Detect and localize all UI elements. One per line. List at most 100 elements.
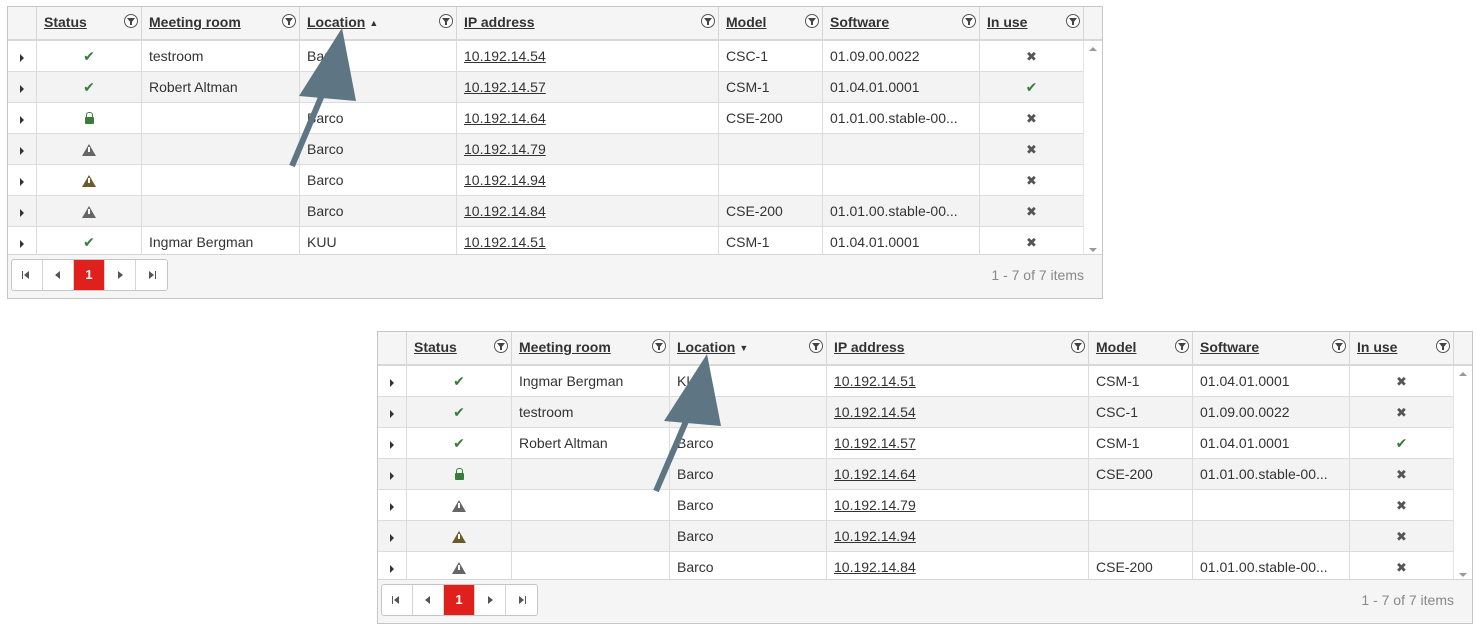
column-header-status[interactable]: Status	[407, 332, 512, 364]
row-expand-toggle[interactable]	[8, 103, 37, 133]
ip-address-link[interactable]: 10.192.14.84	[827, 552, 1089, 582]
row-expand-toggle[interactable]	[8, 165, 37, 195]
table-row[interactable]: ✔ testroom Barco 10.192.14.54 CSC-1 01.09.00.…	[378, 397, 1472, 428]
ip-address-link[interactable]: 10.192.14.57	[827, 428, 1089, 458]
current-page-button[interactable]: 1	[74, 260, 105, 290]
expand-arrow-icon[interactable]	[390, 410, 394, 419]
column-header-label[interactable]: Location ▲	[307, 14, 378, 30]
table-row[interactable]: Barco 10.192.14.94 ✖	[8, 165, 1102, 196]
row-expand-toggle[interactable]	[378, 459, 407, 489]
expand-arrow-icon[interactable]	[390, 379, 394, 388]
expand-arrow-icon[interactable]	[20, 116, 24, 125]
column-header-in-use[interactable]: In use	[980, 7, 1084, 39]
expand-arrow-icon[interactable]	[390, 472, 394, 481]
column-header-in-use[interactable]: In use	[1350, 332, 1454, 364]
ip-address-link[interactable]: 10.192.14.84	[457, 196, 719, 226]
ip-address-link[interactable]: 10.192.14.51	[827, 366, 1089, 396]
filter-icon[interactable]	[1436, 339, 1450, 353]
column-header-label[interactable]: Status	[44, 14, 87, 30]
filter-icon[interactable]	[282, 14, 296, 28]
column-header-label[interactable]: In use	[1357, 339, 1397, 355]
table-row[interactable]: Barco 10.192.14.64 CSE-200 01.01.00.stable-…	[378, 459, 1472, 490]
ip-address-link[interactable]: 10.192.14.94	[827, 521, 1089, 551]
expand-arrow-icon[interactable]	[20, 54, 24, 63]
column-header-meeting-room[interactable]: Meeting room	[512, 332, 670, 364]
row-expand-toggle[interactable]	[8, 72, 37, 102]
filter-icon[interactable]	[1071, 339, 1085, 353]
row-expand-toggle[interactable]	[378, 521, 407, 551]
vertical-scrollbar[interactable]	[1453, 366, 1472, 583]
scroll-down-icon[interactable]	[1089, 248, 1097, 252]
filter-icon[interactable]	[1175, 339, 1189, 353]
last-page-button[interactable]	[506, 585, 537, 615]
column-header-label[interactable]: Software	[1200, 339, 1259, 355]
expand-arrow-icon[interactable]	[390, 503, 394, 512]
last-page-button[interactable]	[136, 260, 167, 290]
expand-arrow-icon[interactable]	[390, 441, 394, 450]
row-expand-toggle[interactable]	[378, 428, 407, 458]
ip-address-link[interactable]: 10.192.14.79	[827, 490, 1089, 520]
column-header-label[interactable]: IP address	[464, 14, 535, 30]
table-row[interactable]: Barco 10.192.14.84 CSE-200 01.01.00.stable-…	[8, 196, 1102, 227]
table-row[interactable]: Barco 10.192.14.94 ✖	[378, 521, 1472, 552]
ip-address-link[interactable]: 10.192.14.64	[457, 103, 719, 133]
row-expand-toggle[interactable]	[8, 41, 37, 71]
filter-icon[interactable]	[1332, 339, 1346, 353]
column-header-software[interactable]: Software	[1193, 332, 1350, 364]
table-row[interactable]: ✔ Robert Altman Barco 10.192.14.57 CSM-1 01.0…	[8, 72, 1102, 103]
ip-address-link[interactable]: 10.192.14.94	[457, 165, 719, 195]
row-expand-toggle[interactable]	[378, 366, 407, 396]
column-header-model[interactable]: Model	[1089, 332, 1193, 364]
column-header-ip-address[interactable]: IP address	[457, 7, 719, 39]
table-row[interactable]: ✔ testroom Barco 10.192.14.54 CSC-1 01.09.00.…	[8, 41, 1102, 72]
first-page-button[interactable]	[12, 260, 43, 290]
table-row[interactable]: Barco 10.192.14.64 CSE-200 01.01.00.stable-…	[8, 103, 1102, 134]
column-header-ip-address[interactable]: IP address	[827, 332, 1089, 364]
ip-address-link[interactable]: 10.192.14.64	[827, 459, 1089, 489]
expand-arrow-icon[interactable]	[390, 534, 394, 543]
filter-icon[interactable]	[805, 14, 819, 28]
row-expand-toggle[interactable]	[8, 227, 37, 257]
column-header-label[interactable]: Meeting room	[149, 14, 241, 30]
scroll-up-icon[interactable]	[1459, 372, 1467, 376]
filter-icon[interactable]	[962, 14, 976, 28]
filter-icon[interactable]	[439, 14, 453, 28]
row-expand-toggle[interactable]	[8, 134, 37, 164]
expand-arrow-icon[interactable]	[20, 209, 24, 218]
expand-arrow-icon[interactable]	[20, 178, 24, 187]
ip-address-link[interactable]: 10.192.14.54	[457, 41, 719, 71]
expand-arrow-icon[interactable]	[20, 85, 24, 94]
column-header-label[interactable]: Software	[830, 14, 889, 30]
row-expand-toggle[interactable]	[378, 490, 407, 520]
column-header-software[interactable]: Software	[823, 7, 980, 39]
filter-icon[interactable]	[124, 14, 138, 28]
filter-icon[interactable]	[1066, 14, 1080, 28]
next-page-button[interactable]	[105, 260, 136, 290]
ip-address-link[interactable]: 10.192.14.57	[457, 72, 719, 102]
row-expand-toggle[interactable]	[378, 552, 407, 582]
current-page-button[interactable]: 1	[444, 585, 475, 615]
expand-arrow-icon[interactable]	[20, 147, 24, 156]
row-expand-toggle[interactable]	[8, 196, 37, 226]
column-header-location[interactable]: Location ▼	[670, 332, 827, 364]
column-header-model[interactable]: Model	[719, 7, 823, 39]
column-header-label[interactable]: Location ▼	[677, 339, 748, 355]
next-page-button[interactable]	[475, 585, 506, 615]
row-expand-toggle[interactable]	[378, 397, 407, 427]
column-header-label[interactable]: Status	[414, 339, 457, 355]
filter-icon[interactable]	[494, 339, 508, 353]
column-header-meeting-room[interactable]: Meeting room	[142, 7, 300, 39]
ip-address-link[interactable]: 10.192.14.54	[827, 397, 1089, 427]
table-row[interactable]: ✔ Ingmar Bergman KUU 10.192.14.51 CSM-1 01.04…	[378, 366, 1472, 397]
table-row[interactable]: Barco 10.192.14.79 ✖	[378, 490, 1472, 521]
expand-arrow-icon[interactable]	[20, 240, 24, 249]
column-header-location[interactable]: Location ▲	[300, 7, 457, 39]
table-row[interactable]: ✔ Robert Altman Barco 10.192.14.57 CSM-1 01.0…	[378, 428, 1472, 459]
first-page-button[interactable]	[382, 585, 413, 615]
previous-page-button[interactable]	[413, 585, 444, 615]
table-row[interactable]: Barco 10.192.14.79 ✖	[8, 134, 1102, 165]
scroll-up-icon[interactable]	[1089, 47, 1097, 51]
scroll-down-icon[interactable]	[1459, 573, 1467, 577]
column-header-label[interactable]: Model	[726, 14, 766, 30]
column-header-label[interactable]: IP address	[834, 339, 905, 355]
